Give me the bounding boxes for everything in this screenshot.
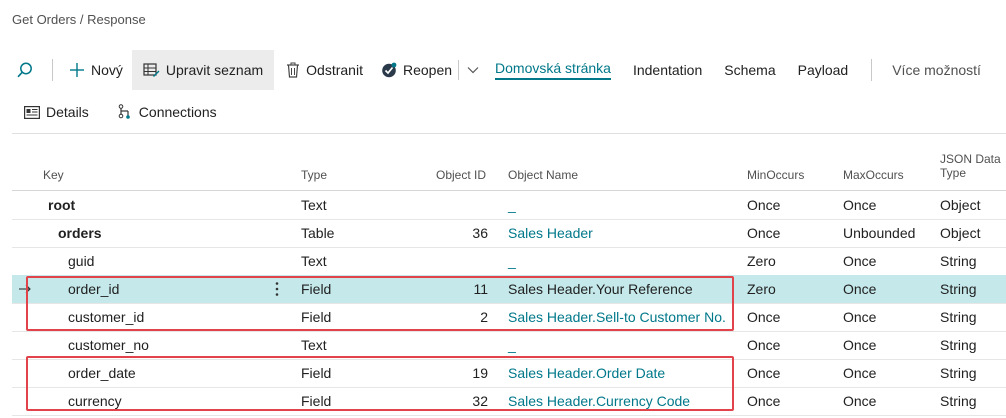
reopen-icon: [381, 62, 397, 78]
key-cell: customer_no: [68, 337, 149, 353]
new-button[interactable]: Nový: [57, 50, 132, 90]
grid-header: Key Type Object ID Object Name MinOccurs…: [12, 140, 1006, 191]
action-bar: Nový Upravit seznam Odstranit Reopen Dom…: [0, 50, 1006, 90]
connections-icon: [117, 104, 133, 120]
reopen-button[interactable]: Reopen: [372, 50, 456, 90]
min-occurs-cell: Once: [747, 365, 781, 381]
type-cell: Text: [301, 197, 327, 213]
json-type-cell: String: [940, 253, 977, 269]
column-header-json-type[interactable]: JSON Data Type: [940, 152, 1001, 180]
toolbar-divider: [52, 59, 53, 81]
object-id-cell: [412, 191, 488, 219]
indentation-label: Indentation: [632, 62, 703, 78]
max-occurs-cell: Once: [843, 393, 877, 409]
section-divider: [12, 133, 1006, 134]
edit-list-icon: [143, 62, 160, 78]
edit-list-button[interactable]: Upravit seznam: [131, 50, 275, 90]
json-type-cell: String: [940, 309, 977, 325]
column-header-json-type-line1: JSON Data: [940, 152, 1001, 166]
home-page-label: Domovská stránka: [495, 60, 611, 80]
min-occurs-cell: Once: [747, 197, 781, 213]
max-occurs-cell: Once: [843, 281, 877, 297]
type-cell: Text: [301, 253, 327, 269]
column-header-type[interactable]: Type: [301, 168, 327, 182]
column-header-max-occurs[interactable]: MaxOccurs: [843, 168, 904, 182]
toolbar-divider-more: [871, 59, 873, 81]
key-cell: orders: [58, 225, 102, 241]
key-cell: guid: [68, 253, 95, 269]
chevron-down-icon: [467, 66, 479, 74]
reopen-split-divider: [458, 60, 460, 80]
object-id-cell: [412, 331, 488, 359]
schema-button[interactable]: Schema: [713, 50, 786, 90]
min-occurs-cell: Once: [747, 337, 781, 353]
json-type-cell: String: [940, 337, 977, 353]
table-row[interactable]: root Text _ Once Once Object: [12, 191, 1006, 220]
max-occurs-cell: Once: [843, 365, 877, 381]
delete-button[interactable]: Odstranit: [274, 50, 372, 90]
type-cell: Table: [301, 225, 335, 241]
delete-label: Odstranit: [306, 62, 363, 78]
plus-icon: [69, 62, 85, 78]
table-row[interactable]: guid Text _ Zero Once String: [12, 247, 1006, 276]
min-occurs-cell: Once: [747, 309, 781, 325]
min-occurs-cell: Once: [747, 393, 781, 409]
max-occurs-cell: Once: [843, 337, 877, 353]
json-type-cell: String: [940, 281, 977, 297]
object-id-cell: 36: [472, 225, 488, 241]
table-row[interactable]: orders Table 36 Sales Header Once Unboun…: [12, 219, 1006, 248]
connections-label: Connections: [138, 104, 217, 120]
object-name-cell[interactable]: _: [508, 331, 516, 359]
key-cell: root: [48, 197, 76, 213]
search-icon: [16, 61, 34, 79]
breadcrumb: Get Orders / Response: [12, 12, 146, 27]
object-name-cell[interactable]: _: [508, 191, 516, 219]
json-type-cell: String: [940, 365, 977, 381]
column-header-object-name[interactable]: Object Name: [508, 168, 578, 182]
schema-label: Schema: [724, 62, 776, 78]
more-options-button[interactable]: Více možností: [884, 50, 990, 90]
min-occurs-cell: Zero: [747, 253, 776, 269]
max-occurs-cell: Once: [843, 197, 877, 213]
search-button[interactable]: [0, 50, 48, 90]
min-occurs-cell: Once: [747, 225, 781, 241]
json-type-cell: Object: [940, 225, 981, 241]
sub-action-bar: Details Connections: [0, 98, 231, 126]
max-occurs-cell: Unbounded: [843, 225, 916, 241]
object-id-cell: [412, 247, 488, 275]
max-occurs-cell: Once: [843, 253, 877, 269]
column-header-key[interactable]: Key: [43, 168, 64, 182]
details-button[interactable]: Details: [0, 104, 103, 120]
indentation-button[interactable]: Indentation: [622, 50, 713, 90]
type-cell: Text: [301, 337, 327, 353]
details-icon: [24, 105, 40, 119]
new-button-label: Nový: [91, 62, 123, 78]
json-type-cell: String: [940, 393, 977, 409]
column-header-object-id[interactable]: Object ID: [412, 168, 486, 182]
edit-list-label: Upravit seznam: [165, 62, 264, 78]
highlight-box: [26, 276, 734, 331]
details-label: Details: [46, 104, 89, 120]
reopen-dropdown-button[interactable]: [461, 50, 485, 90]
highlight-box: [26, 356, 734, 411]
more-options-label: Více možností: [892, 62, 981, 78]
payload-label: Payload: [797, 62, 849, 78]
reopen-label: Reopen: [402, 62, 453, 78]
column-header-min-occurs[interactable]: MinOccurs: [747, 168, 804, 182]
trash-icon: [286, 62, 300, 78]
object-name-cell[interactable]: Sales Header: [508, 219, 593, 247]
json-type-cell: Object: [940, 197, 981, 213]
home-page-tab[interactable]: Domovská stránka: [485, 50, 622, 90]
max-occurs-cell: Once: [843, 309, 877, 325]
object-name-cell[interactable]: _: [508, 247, 516, 275]
connections-button[interactable]: Connections: [103, 104, 231, 120]
payload-button[interactable]: Payload: [787, 50, 860, 90]
column-header-json-type-line2: Type: [940, 166, 967, 180]
min-occurs-cell: Zero: [747, 281, 776, 297]
